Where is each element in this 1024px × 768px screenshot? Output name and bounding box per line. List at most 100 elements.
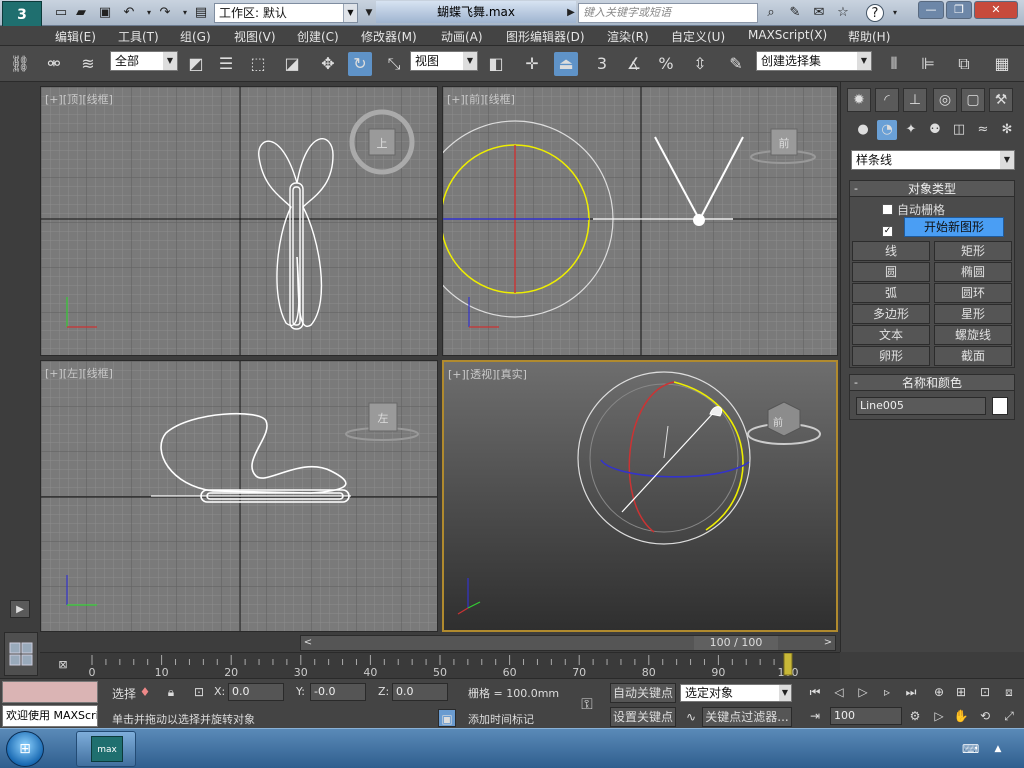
window-crossing-icon[interactable]: ◪ <box>280 52 304 76</box>
menu-view[interactable]: 视图(V) <box>234 28 276 45</box>
add-time-tag[interactable]: 添加时间标记 <box>468 711 534 727</box>
menu-customize[interactable]: 自定义(U) <box>671 28 725 45</box>
select-manipulate-icon[interactable]: ✛ <box>520 52 544 76</box>
open-file-icon[interactable]: ▰ <box>72 4 90 22</box>
minimize-icon[interactable]: — <box>918 1 944 19</box>
search-input[interactable]: 键入关键字或短语 <box>578 3 758 23</box>
line-button[interactable]: 线 <box>852 241 930 261</box>
cameras-icon[interactable]: ⚉ <box>925 120 945 140</box>
previous-frame-icon[interactable]: < <box>301 636 315 650</box>
close-icon[interactable]: ✕ <box>974 1 1018 19</box>
viewport-layout-button[interactable] <box>4 632 38 676</box>
viewport-left-label[interactable]: [+][左][线框] <box>45 365 113 381</box>
favorites-star-icon[interactable]: ☆ <box>834 4 852 22</box>
viewport-front[interactable]: 前 [+][前][线框] <box>442 86 838 356</box>
menu-help[interactable]: 帮助(H) <box>848 28 890 45</box>
viewcube-perspective[interactable]: 前 <box>747 401 821 445</box>
time-slider-thumb[interactable]: 100 / 100 <box>694 636 778 650</box>
restore-icon[interactable]: ❐ <box>946 1 972 19</box>
name-color-header[interactable]: - 名称和颜色 <box>850 375 1014 391</box>
object-color-swatch[interactable] <box>992 397 1008 415</box>
section-button[interactable]: 截面 <box>934 346 1012 366</box>
reference-coordinate-select[interactable]: 视图 ▼ <box>410 51 478 71</box>
next-frame-icon[interactable]: > <box>821 636 835 650</box>
keyboard-icon[interactable]: ⌨ <box>962 741 979 757</box>
key-set-select[interactable]: 选定对象 ▼ <box>680 684 792 702</box>
zoom-icon[interactable]: ⊕ <box>930 683 948 701</box>
binoculars-icon[interactable]: ⌕ <box>762 4 780 22</box>
viewport-perspective[interactable]: 前 [+][透视][真实] <box>442 360 838 632</box>
rectangular-region-icon[interactable]: ⬚ <box>246 52 270 76</box>
zoom-extents-all-icon[interactable]: ⧈ <box>1000 683 1018 701</box>
key-icon[interactable]: ✎ <box>786 4 804 22</box>
edit-named-selection-icon[interactable]: ✎ <box>724 52 748 76</box>
utilities-tab-icon[interactable]: ⚒ <box>989 88 1013 112</box>
menu-graph-editors[interactable]: 图形编辑器(D) <box>506 28 585 45</box>
save-file-icon[interactable]: ▣ <box>96 4 114 22</box>
unlink-icon[interactable]: ⚮ <box>42 52 66 76</box>
menu-create[interactable]: 创建(C) <box>297 28 339 45</box>
set-key-button[interactable]: 设置关键点 <box>610 707 676 727</box>
communication-icon[interactable]: ✉ <box>810 4 828 22</box>
pivot-center-icon[interactable]: ◧ <box>484 52 508 76</box>
layer-manager-icon[interactable]: ⧉ <box>952 52 976 76</box>
start-new-shape-checkbox[interactable]: ✓ <box>882 221 897 237</box>
viewport-top-label[interactable]: [+][顶][线框] <box>45 91 113 107</box>
menu-tools[interactable]: 工具(T) <box>118 28 159 45</box>
x-coordinate-input[interactable]: 0.0 <box>228 683 284 701</box>
time-configuration-icon[interactable]: ⚙ <box>906 707 924 725</box>
time-slider-track[interactable]: < 100 / 100 > <box>300 635 836 651</box>
current-frame-marker[interactable] <box>783 653 793 676</box>
auto-key-button[interactable]: 自动关键点 <box>610 683 676 703</box>
help-dropdown-icon[interactable]: ▾ <box>886 4 904 22</box>
spinner-snap-icon[interactable]: ⇳ <box>688 52 712 76</box>
rectangle-button[interactable]: 矩形 <box>934 241 1012 261</box>
z-coordinate-input[interactable]: 0.0 <box>392 683 448 701</box>
bind-space-warp-icon[interactable]: ≋ <box>76 52 100 76</box>
ellipse-button[interactable]: 椭圆 <box>934 262 1012 282</box>
object-name-input[interactable]: Line005 <box>856 397 986 415</box>
create-tab-icon[interactable]: ✹ <box>847 88 871 112</box>
arc-button[interactable]: 弧 <box>852 283 930 303</box>
taskbar-max-app[interactable]: max <box>76 731 136 767</box>
menu-group[interactable]: 组(G) <box>180 28 211 45</box>
viewport-front-label[interactable]: [+][前][线框] <box>447 91 515 107</box>
maximize-viewport-icon[interactable]: ⤢ <box>1000 707 1018 725</box>
modify-tab-icon[interactable]: ◜ <box>875 88 899 112</box>
key-mode-icon[interactable]: ⚿ <box>572 695 602 713</box>
circle-button[interactable]: 圆 <box>852 262 930 282</box>
hierarchy-tab-icon[interactable]: ⊥ <box>903 88 927 112</box>
rotate-gizmo-perspective[interactable] <box>577 371 751 545</box>
helix-button[interactable]: 螺旋线 <box>934 325 1012 345</box>
current-frame-input[interactable]: 100 <box>830 707 902 725</box>
pan-view-icon[interactable]: ✋ <box>952 707 970 725</box>
zoom-all-icon[interactable]: ⊞ <box>952 683 970 701</box>
geometry-icon[interactable]: ● <box>853 120 873 140</box>
link-icon[interactable]: ⛓ <box>8 52 32 76</box>
start-new-shape-button[interactable]: 开始新图形 <box>904 217 1004 237</box>
play-icon[interactable]: ▷ <box>854 683 872 701</box>
help-icon[interactable]: ? <box>866 4 884 22</box>
space-warps-icon[interactable]: ≈ <box>973 120 993 140</box>
app-logo-icon[interactable]: 3 <box>2 1 42 29</box>
maxscript-listener-input[interactable] <box>2 681 98 703</box>
keyboard-shortcut-override-icon[interactable]: ⏏ <box>554 52 578 76</box>
menu-modifiers[interactable]: 修改器(M) <box>361 28 417 45</box>
shape-category-select[interactable]: 样条线 ▼ <box>851 150 1015 170</box>
menu-edit[interactable]: 编辑(E) <box>55 28 96 45</box>
ngon-button[interactable]: 多边形 <box>852 304 930 324</box>
zoom-extents-icon[interactable]: ⊡ <box>976 683 994 701</box>
maxscript-output[interactable]: 欢迎使用 MAXScri <box>2 705 98 727</box>
helpers-icon[interactable]: ◫ <box>949 120 969 140</box>
key-mode-toggle-icon[interactable]: ⇥ <box>806 707 824 725</box>
show-hidden-icons-icon[interactable]: ▲ <box>990 741 1006 757</box>
shapes-icon[interactable]: ◔ <box>877 120 897 140</box>
lights-icon[interactable]: ✦ <box>901 120 921 140</box>
previous-key-icon[interactable]: ◁ <box>830 683 848 701</box>
move-icon[interactable]: ✥ <box>316 52 340 76</box>
star-button[interactable]: 星形 <box>934 304 1012 324</box>
selection-lock-icon[interactable]: 🔒︎ <box>162 683 180 701</box>
align-icon[interactable]: ⊫ <box>916 52 940 76</box>
key-filters-button[interactable]: 关键点过滤器... <box>702 707 792 727</box>
new-file-icon[interactable]: ▭ <box>52 4 70 22</box>
